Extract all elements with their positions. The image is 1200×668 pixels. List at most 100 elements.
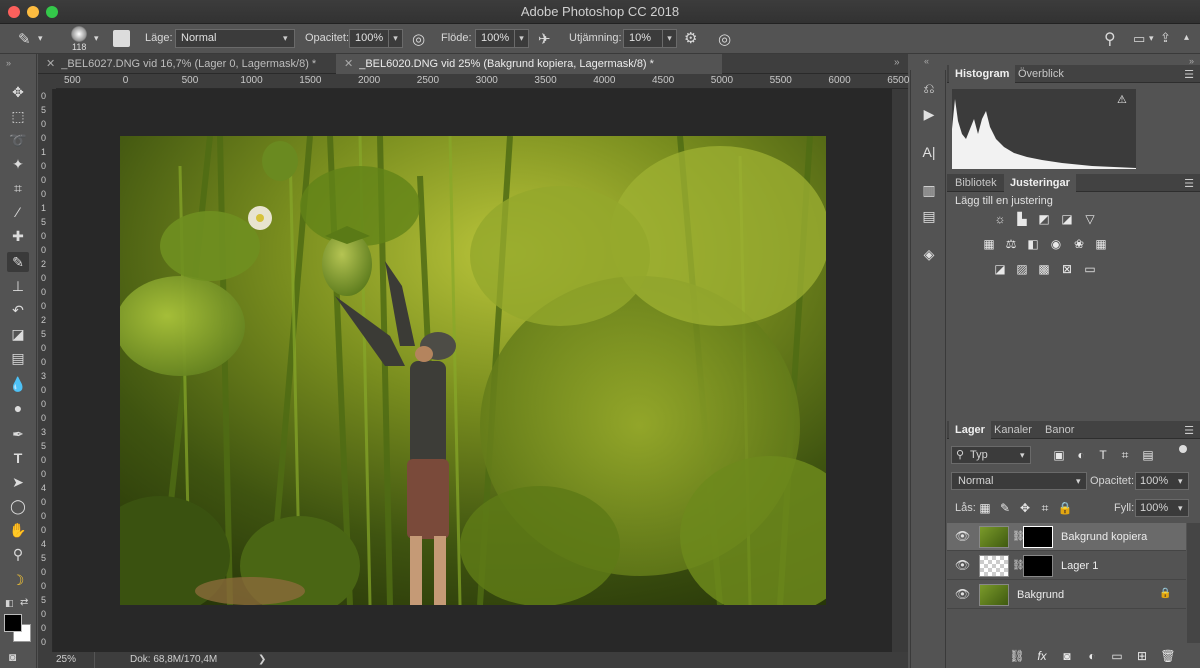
tab-histogram[interactable]: Histogram (949, 65, 1016, 83)
gradient-tool-icon[interactable]: ▤ (7, 348, 29, 368)
brightness-contrast-icon[interactable]: ☼ (992, 211, 1008, 227)
3d-panel-icon[interactable]: ◈ (919, 244, 939, 264)
gradient-map-icon[interactable]: ▭ (1082, 261, 1098, 277)
vibrance-icon[interactable]: ▽ (1082, 211, 1098, 227)
layer-filter-select[interactable]: ⚲ Typ ▾ (951, 446, 1031, 464)
tab-overview[interactable]: Överblick (1012, 65, 1070, 83)
eraser-tool-icon[interactable]: ◪ (7, 324, 29, 344)
invert-icon[interactable]: ◪ (992, 261, 1008, 277)
exposure-icon[interactable]: ◪ (1059, 211, 1075, 227)
path-select-tool-icon[interactable]: ➤ (7, 472, 29, 492)
zoom-tool-icon[interactable]: ⚲ (7, 544, 29, 564)
filter-shape-icon[interactable]: ⌗ (1117, 447, 1133, 463)
eye-icon[interactable]: 👁 (955, 529, 970, 543)
filter-smart-object-icon[interactable]: ▤ (1140, 447, 1156, 463)
tab-paths[interactable]: Banor (1039, 421, 1080, 439)
posterize-icon[interactable]: ▨ (1014, 261, 1030, 277)
share-icon[interactable]: ⇪ (1160, 30, 1171, 46)
warning-icon[interactable]: ⚠ (1117, 93, 1127, 106)
new-adjustment-icon[interactable]: ◐ (1084, 648, 1100, 664)
tab-adjustments[interactable]: Justeringar (1004, 174, 1076, 192)
zoom-level[interactable]: 25% (56, 654, 76, 665)
layer-mask-thumbnail[interactable] (1023, 526, 1053, 548)
flow-input[interactable]: 100% (475, 29, 515, 48)
pressure-size-icon[interactable]: ◎ (718, 30, 731, 48)
pen-tool-icon[interactable]: ✒ (7, 424, 29, 444)
type-tool-icon[interactable]: T (7, 448, 29, 468)
threshold-icon[interactable]: ▩ (1036, 261, 1052, 277)
lock-position-icon[interactable]: ✥ (1017, 500, 1033, 516)
fill-input[interactable]: 100% ▾ (1135, 499, 1189, 517)
layer-mask-thumbnail[interactable] (1023, 555, 1053, 577)
filter-adjustment-icon[interactable]: ◐ (1073, 447, 1089, 463)
search-icon[interactable]: ⚲ (1104, 29, 1116, 49)
trash-icon[interactable]: 🗑 (1160, 648, 1176, 664)
close-icon[interactable]: ✕ (46, 58, 55, 70)
foreground-color-swatch[interactable] (4, 614, 22, 632)
lasso-tool-icon[interactable]: ➰ (7, 130, 29, 150)
vertical-scrollbar[interactable] (892, 89, 908, 652)
color-lookup-icon[interactable]: ▦ (1093, 236, 1109, 252)
notes-panel-icon[interactable]: ▤ (919, 206, 939, 226)
character-panel-icon[interactable]: A| (919, 142, 939, 162)
chevron-down-icon[interactable]: ▾ (38, 33, 43, 44)
black-white-icon[interactable]: ◧ (1025, 236, 1041, 252)
eyedropper-tool-icon[interactable]: ⁄ (7, 202, 29, 222)
move-tool-icon[interactable]: ✥ (7, 82, 29, 102)
quick-mask-icon[interactable]: ◙ (9, 650, 16, 664)
lock-artboard-icon[interactable]: ⌗ (1037, 500, 1053, 516)
crop-tool-icon[interactable]: ⌗ (7, 178, 29, 198)
collapse-icon[interactable]: ▴ (1184, 32, 1189, 43)
document-image[interactable] (120, 136, 826, 605)
opacity-dropdown-icon[interactable]: ▾ (388, 29, 403, 48)
tab-layers[interactable]: Lager (949, 421, 991, 439)
stamp-tool-icon[interactable]: ⊥ (7, 276, 29, 296)
smoothing-input[interactable]: 10% (623, 29, 663, 48)
layer-name[interactable]: Bakgrund (1017, 589, 1064, 601)
lock-all-icon[interactable]: 🔒 (1057, 500, 1073, 516)
properties-panel-icon[interactable]: ▥ (919, 180, 939, 200)
history-brush-tool-icon[interactable]: ↶ (7, 300, 29, 320)
layer-opacity-input[interactable]: 100% ▾ (1135, 472, 1189, 490)
status-menu-arrow[interactable]: ❯ (258, 654, 266, 665)
pressure-opacity-icon[interactable]: ◎ (412, 30, 425, 48)
airbrush-icon[interactable]: ✈ (538, 30, 551, 48)
smoothing-dropdown-icon[interactable]: ▾ (662, 29, 677, 48)
tabs-overflow-icon[interactable]: » (894, 57, 900, 68)
eye-icon[interactable]: 👁 (955, 558, 970, 572)
tab-document-2[interactable]: ✕ _BEL6020.DNG vid 25% (Bakgrund kopiera,… (336, 54, 722, 74)
channel-mixer-icon[interactable]: ❀ (1071, 236, 1087, 252)
layers-scrollbar[interactable] (1187, 523, 1200, 643)
layer-name[interactable]: Lager 1 (1061, 560, 1098, 572)
blend-mode-select[interactable]: Normal ▾ (951, 472, 1087, 490)
layer-row-bakgrund[interactable]: 👁 Bakgrund 🔒 (947, 581, 1186, 609)
flow-dropdown-icon[interactable]: ▾ (514, 29, 529, 48)
lock-image-icon[interactable]: ✎ (997, 500, 1013, 516)
tab-library[interactable]: Bibliotek (949, 174, 1003, 192)
brush-preview-icon[interactable] (71, 26, 87, 42)
mode-select[interactable]: Normal (175, 29, 295, 48)
layer-row-bakgrund-kopiera[interactable]: 👁 ⛓ Bakgrund kopiera (947, 523, 1186, 551)
hue-saturation-icon[interactable]: ▦ (981, 236, 997, 252)
add-mask-icon[interactable]: ◙ (1059, 648, 1075, 664)
photo-filter-icon[interactable]: ◉ (1048, 236, 1064, 252)
blur-tool-icon[interactable]: 💧 (7, 374, 29, 394)
panel-menu-icon[interactable]: ☰ (1184, 177, 1194, 190)
banana-icon[interactable]: ☽ (7, 570, 29, 590)
default-colors-icon[interactable]: ◧ (5, 598, 14, 609)
new-layer-icon[interactable]: ⊞ (1134, 648, 1150, 664)
fx-icon[interactable]: fx (1034, 648, 1050, 664)
swap-colors-icon[interactable]: ⇄ (20, 597, 28, 608)
history-panel-icon[interactable]: ⎌ (919, 78, 939, 98)
filter-toggle[interactable] (1179, 445, 1187, 453)
expand-panels-icon[interactable]: « (924, 56, 929, 66)
actions-panel-icon[interactable]: ▶ (919, 104, 939, 124)
hand-tool-icon[interactable]: ✋ (7, 520, 29, 540)
new-group-icon[interactable]: ▭ (1109, 648, 1125, 664)
zoom-window-button[interactable] (46, 6, 58, 18)
tab-document-1[interactable]: ✕ _BEL6027.DNG vid 16,7% (Lager 0, Lagerm… (38, 54, 334, 74)
brush-tool-icon[interactable]: ✎ (18, 30, 31, 48)
healing-brush-tool-icon[interactable]: ✚ (7, 226, 29, 246)
close-icon[interactable]: ✕ (344, 58, 353, 70)
dodge-tool-icon[interactable]: ● (7, 398, 29, 418)
